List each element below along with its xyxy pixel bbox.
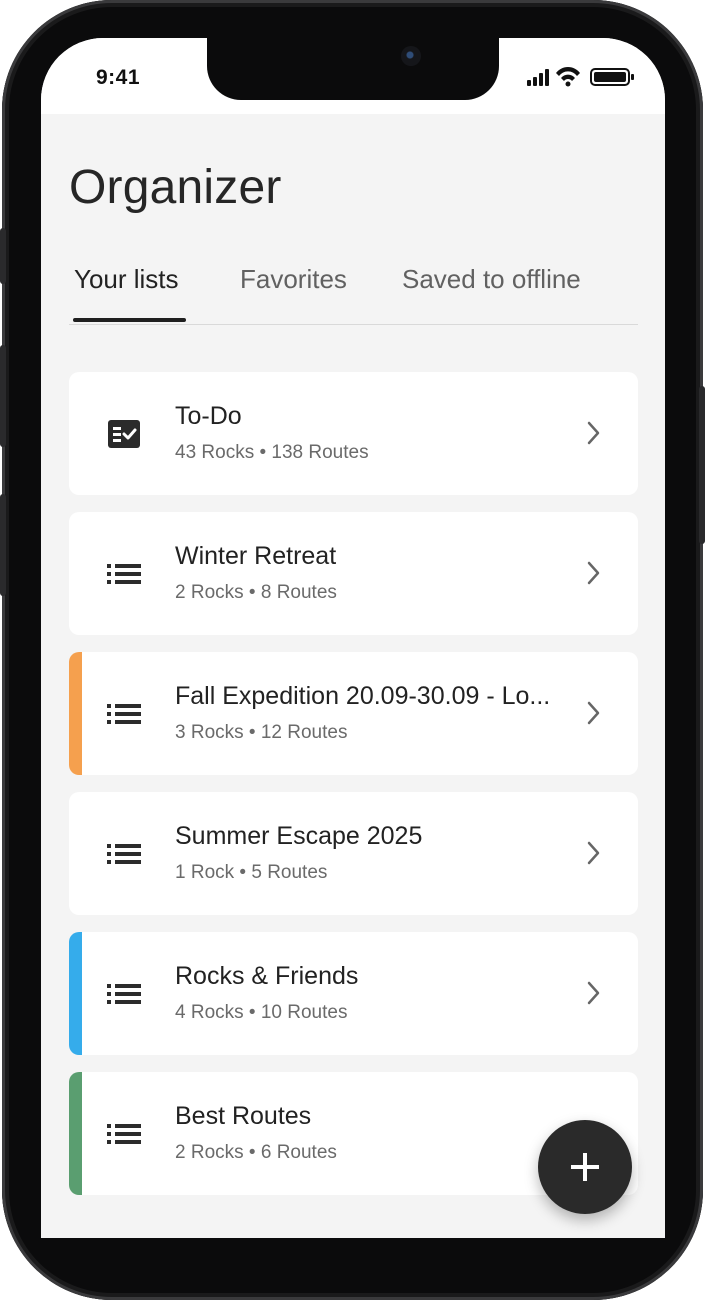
chevron-right-icon [587, 561, 600, 585]
power-button [699, 386, 705, 544]
volume-button [0, 228, 6, 284]
chevron-right-icon [587, 701, 600, 725]
volume-button [0, 494, 6, 596]
status-icons [527, 67, 634, 87]
list-title: Best Routes [175, 1102, 312, 1130]
cellular-signal-icon [527, 69, 549, 86]
page-title: Organizer [69, 161, 282, 214]
list-accent-bar [69, 932, 82, 1055]
notch [207, 38, 499, 100]
tab-bar: Your lists Favorites Saved to offline [69, 260, 638, 325]
status-time: 9:41 [96, 66, 141, 89]
list-card-summer-escape[interactable]: Summer Escape 2025 1 Rock • 5 Routes [69, 792, 638, 915]
chevron-right-icon [587, 421, 600, 445]
list-title: Rocks & Friends [175, 962, 359, 990]
list-title: Winter Retreat [175, 542, 337, 570]
tab-saved-to-offline[interactable]: Saved to offline [402, 264, 581, 295]
list-icon [107, 1124, 141, 1144]
list-accent-bar [69, 1072, 82, 1195]
list-icon [107, 984, 141, 1004]
list-card-fall-expedition[interactable]: Fall Expedition 20.09-30.09 - Lo... 3 Ro… [69, 652, 638, 775]
list-meta: 4 Rocks • 10 Routes [175, 1002, 348, 1023]
battery-icon [590, 68, 634, 86]
list-card-rocks-and-friends[interactable]: Rocks & Friends 4 Rocks • 10 Routes [69, 932, 638, 1055]
list-icon [107, 564, 141, 584]
list-accent-bar [69, 652, 82, 775]
list-meta: 43 Rocks • 138 Routes [175, 442, 369, 463]
checklist-icon [108, 420, 140, 448]
list-title: Summer Escape 2025 [175, 822, 423, 850]
list-title: To-Do [175, 402, 242, 430]
list-icon [107, 704, 141, 724]
active-tab-indicator [73, 318, 186, 322]
volume-button [0, 345, 6, 447]
list-card-to-do[interactable]: To-Do 43 Rocks • 138 Routes [69, 372, 638, 495]
wifi-icon [556, 67, 580, 87]
list-card-winter-retreat[interactable]: Winter Retreat 2 Rocks • 8 Routes [69, 512, 638, 635]
chevron-right-icon [587, 841, 600, 865]
list-title: Fall Expedition 20.09-30.09 - Lo... [175, 682, 551, 710]
list-icon [107, 844, 141, 864]
front-camera [401, 46, 421, 66]
list-meta: 3 Rocks • 12 Routes [175, 722, 348, 743]
list-meta: 2 Rocks • 6 Routes [175, 1142, 337, 1163]
chevron-right-icon [587, 981, 600, 1005]
list-meta: 1 Rock • 5 Routes [175, 862, 328, 883]
tab-your-lists[interactable]: Your lists [74, 264, 179, 295]
add-list-button[interactable] [538, 1120, 632, 1214]
plus-icon [571, 1153, 599, 1181]
app-screen: 9:41 Organizer Your lists Favorites Save… [41, 38, 665, 1238]
tab-favorites[interactable]: Favorites [240, 264, 347, 295]
list-meta: 2 Rocks • 8 Routes [175, 582, 337, 603]
